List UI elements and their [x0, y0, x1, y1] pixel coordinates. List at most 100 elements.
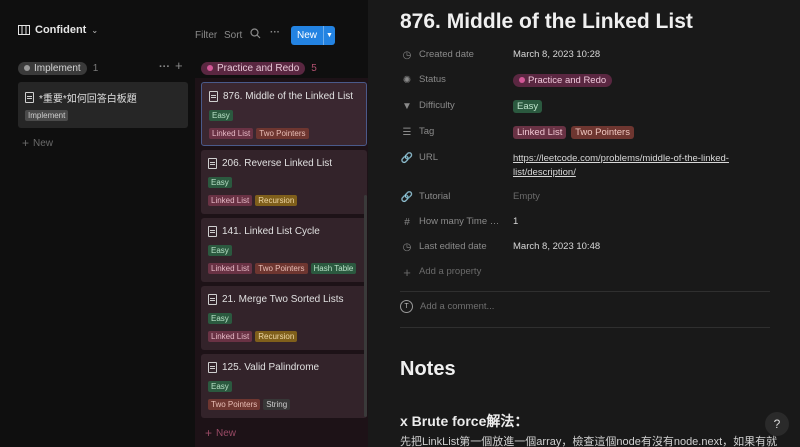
clock-icon: ◷ [402, 49, 412, 61]
add-new-label: New [33, 137, 54, 149]
tag: Hash Table [310, 263, 357, 274]
tag: Recursion [255, 331, 298, 342]
property-name: Status [419, 74, 446, 85]
property-name: How many Time … [419, 216, 500, 227]
add-new-card-button[interactable]: + New [22, 136, 53, 150]
column-header-practice: Practice and Redo 5 [201, 60, 317, 76]
card-tags: Two Pointers String [208, 399, 291, 410]
new-button-label: New [297, 30, 318, 41]
board-view-icon [18, 25, 30, 35]
status-dot-icon [519, 77, 525, 83]
comment-input[interactable]: Add a comment... [420, 301, 494, 312]
sort-button[interactable]: Sort [224, 30, 242, 41]
group-pill[interactable]: Practice and Redo [201, 61, 306, 75]
add-new-card-button[interactable]: + New [205, 426, 236, 440]
property-value[interactable]: Practice and Redo [513, 73, 614, 87]
filter-button[interactable]: Filter [195, 30, 217, 41]
notes-heading: Notes [400, 358, 456, 380]
card-tags: Linked List Two Pointers [209, 128, 309, 139]
add-new-label: New [216, 427, 237, 439]
clock-icon: ◷ [402, 241, 412, 253]
add-property-label: Add a property [419, 266, 482, 277]
board-card-selected[interactable]: 876. Middle of the Linked List Easy Link… [201, 82, 367, 146]
tag: String [263, 399, 291, 410]
page-icon [209, 91, 218, 102]
sub-heading: x Brute force解法： [400, 413, 529, 429]
help-button[interactable]: ? [765, 412, 789, 436]
property-last-edited[interactable]: ◷ Last edited date March 8, 2023 10:48 [400, 240, 790, 256]
column-add-icon[interactable]: + [175, 58, 183, 73]
board-card[interactable]: 141. Linked List Cycle Easy Linked List … [201, 218, 367, 282]
more-options-icon[interactable]: ··· [270, 27, 280, 38]
board-card[interactable]: *重要*如何回答白板題 Implement [18, 82, 188, 128]
card-tags: Easy [208, 381, 232, 392]
status-dot-icon [207, 65, 213, 71]
card-title-text: 876. Middle of the Linked List [223, 91, 354, 102]
kanban-board: Confident ⌄ Filter Sort ··· New ▼ Implem… [0, 0, 368, 447]
column-more-icon[interactable]: ··· [159, 61, 170, 73]
new-button[interactable]: New ▼ [291, 26, 335, 45]
card-title: *重要*如何回答白板題 [25, 90, 137, 105]
tag: Two Pointers [256, 128, 309, 139]
select-circle-icon: ▼ [402, 100, 412, 112]
card-title: 141. Linked List Cycle [208, 226, 320, 237]
page-icon [25, 92, 34, 103]
card-title-text: 141. Linked List Cycle [222, 226, 320, 237]
tag: Linked List [209, 128, 254, 139]
tag: Easy [208, 381, 232, 392]
tag: Linked List [208, 195, 253, 206]
status-pill-label: Practice and Redo [528, 75, 607, 86]
board-card[interactable]: 206. Reverse Linked List Easy Linked Lis… [201, 150, 367, 214]
card-tags: Linked List Recursion [208, 331, 298, 342]
comment-box[interactable]: T Add a comment... [400, 300, 494, 313]
board-toolbar: Confident ⌄ Filter Sort ··· New ▼ [0, 0, 368, 50]
search-icon[interactable] [250, 28, 261, 42]
view-switcher[interactable]: Confident ⌄ [18, 24, 98, 36]
board-card[interactable]: 21. Merge Two Sorted Lists Easy Linked L… [201, 286, 367, 350]
card-title-text: 21. Merge Two Sorted Lists [222, 294, 344, 305]
page-icon [208, 226, 217, 237]
tag: Easy [208, 313, 232, 324]
property-status[interactable]: ✺ Status Practice and Redo [400, 73, 790, 89]
card-tags: Linked List Recursion [208, 195, 298, 206]
avatar: T [400, 300, 413, 313]
url-link[interactable]: list/description/ [513, 166, 729, 180]
property-value[interactable]: Easy [513, 99, 544, 113]
property-tag[interactable]: ☰ Tag Linked List Two Pointers [400, 125, 790, 141]
add-property-button[interactable]: + Add a property [400, 265, 790, 281]
group-pill[interactable]: Implement [18, 61, 87, 75]
property-how-many[interactable]: # How many Time … 1 [400, 215, 790, 231]
status-spinner-icon: ✺ [402, 74, 412, 86]
status-dot-icon [24, 65, 30, 71]
tag: Recursion [255, 195, 298, 206]
url-link[interactable]: https://leetcode.com/problems/middle-of-… [513, 152, 729, 166]
tag: Two Pointers [571, 126, 634, 139]
board-card[interactable]: 125. Valid Palindrome Easy Two Pointers … [201, 354, 367, 418]
plus-icon: + [22, 136, 30, 150]
property-url[interactable]: 🔗 URL https://leetcode.com/problems/midd… [400, 151, 790, 181]
divider [400, 291, 770, 292]
property-value[interactable]: Linked List Two Pointers [513, 125, 636, 139]
property-name: URL [419, 152, 439, 163]
page-title[interactable]: 876. Middle of the Linked List [400, 10, 693, 34]
body-paragraph[interactable]: 先把LinkList第一個放進一個array，檢查這個node有沒有node.n… [400, 433, 777, 447]
property-created-date[interactable]: ◷ Created date March 8, 2023 10:28 [400, 48, 790, 64]
card-tags: Easy [209, 110, 233, 121]
property-tutorial[interactable]: 🔗 Tutorial Empty [400, 190, 790, 206]
card-tags: Linked List Two Pointers Hash Table [208, 263, 357, 274]
column-header-implement: Implement 1 [18, 60, 98, 76]
property-value[interactable]: https://leetcode.com/problems/middle-of-… [513, 151, 729, 180]
scrollbar[interactable] [364, 195, 367, 417]
property-name: Tutorial [419, 191, 451, 202]
difficulty-tag: Easy [513, 100, 543, 113]
view-name: Confident [35, 24, 87, 36]
plus-icon: + [205, 426, 213, 440]
tag: Easy [208, 177, 232, 188]
card-tags: Easy [208, 177, 232, 188]
group-count: 5 [311, 62, 317, 74]
number-icon: # [404, 216, 410, 228]
property-value: Empty [513, 191, 540, 202]
property-difficulty[interactable]: ▼ Difficulty Easy [400, 99, 790, 115]
chevron-down-icon: ⌄ [91, 25, 99, 35]
chevron-down-icon[interactable]: ▼ [323, 26, 335, 45]
